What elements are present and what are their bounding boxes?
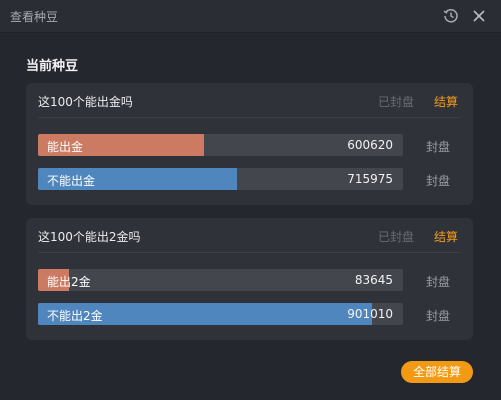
option-value: 83645: [354, 273, 393, 287]
option-bar: 不能出2金 901010: [38, 303, 403, 325]
settle-button[interactable]: 结算: [434, 93, 458, 110]
section-title: 当前种豆: [26, 59, 79, 74]
bet-card-1: 这100个能出金吗 已封盘 结算 能出金 600620 封盘 不能出金 7159…: [26, 83, 473, 205]
close-icon[interactable]: [470, 7, 488, 25]
title-bar: 查看种豆: [0, 0, 501, 33]
sealed-status: 已封盘: [378, 95, 415, 109]
option-label: 不能出金: [47, 174, 96, 188]
option-value: 715975: [347, 172, 393, 186]
sealed-status: 已封盘: [378, 230, 415, 244]
seal-button[interactable]: 封盘: [426, 172, 450, 189]
window-title: 查看种豆: [10, 10, 59, 24]
card-question: 这100个能出2金吗: [38, 230, 141, 244]
option-bar: 不能出金 715975: [38, 168, 403, 190]
option-value: 600620: [347, 138, 393, 152]
option-value: 901010: [347, 307, 393, 321]
history-icon[interactable]: [442, 7, 460, 25]
settle-button[interactable]: 结算: [434, 228, 458, 245]
divider: [38, 252, 461, 253]
bet-card-2: 这100个能出2金吗 已封盘 结算 能出2金 83645 封盘 不能出2金 90…: [26, 218, 473, 340]
option-label: 不能出2金: [47, 309, 103, 323]
option-bar: 能出2金 83645: [38, 269, 403, 291]
option-bar: 能出金 600620: [38, 134, 403, 156]
option-label: 能出金: [47, 140, 84, 154]
card-question: 这100个能出金吗: [38, 95, 133, 109]
seal-button[interactable]: 封盘: [426, 273, 450, 290]
seal-button[interactable]: 封盘: [426, 138, 450, 155]
divider: [38, 117, 461, 118]
seal-button[interactable]: 封盘: [426, 307, 450, 324]
option-label: 能出2金: [47, 275, 91, 289]
settle-all-button[interactable]: 全部结算: [401, 361, 473, 383]
